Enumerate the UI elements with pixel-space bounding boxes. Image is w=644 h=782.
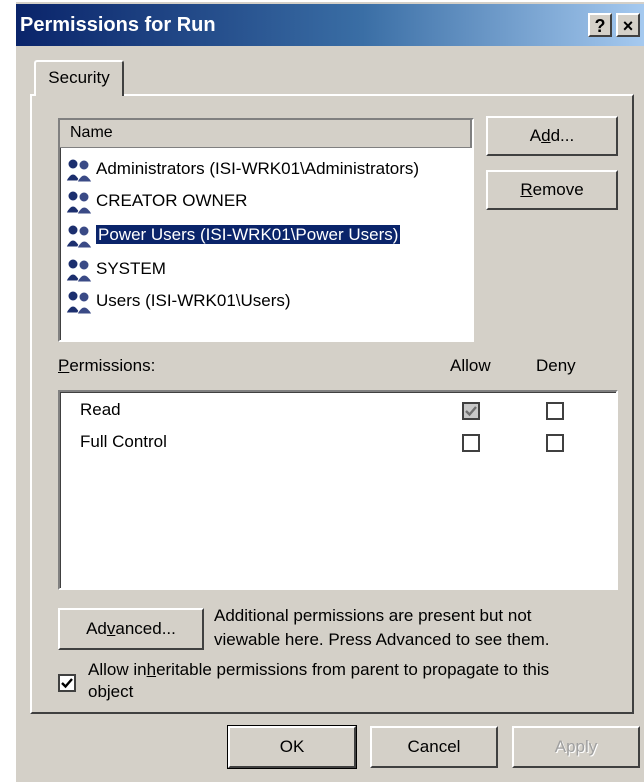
window-title: Permissions for Run xyxy=(20,14,216,36)
read-deny-checkbox[interactable] xyxy=(546,402,564,420)
permission-name-read: Read xyxy=(80,400,121,419)
advanced-note-line1: Additional permissions are present but n… xyxy=(214,606,532,625)
apply-button[interactable]: Apply xyxy=(512,726,640,768)
remove-button[interactable]: Remove xyxy=(486,170,618,210)
list-item-label: Administrators (ISI-WRK01\Administrators… xyxy=(96,159,420,178)
allow-column-header: Allow xyxy=(450,356,491,375)
permissions-dialog: Permissions for Run ? × Security Name Ad… xyxy=(14,0,644,782)
list-item-power-users[interactable]: Power Users (ISI-WRK01\Power Users) xyxy=(64,220,402,250)
read-allow-checkbox[interactable] xyxy=(462,402,480,420)
users-group-icon xyxy=(65,258,93,283)
inherit-permissions-label-line2: object xyxy=(88,682,134,701)
title-bar[interactable]: Permissions for Run ? × xyxy=(16,4,644,46)
inherit-permissions-checkbox[interactable] xyxy=(58,674,76,692)
add-button[interactable]: Add... xyxy=(486,116,618,156)
advanced-note-line2: viewable here. Press Advanced to see the… xyxy=(214,630,550,649)
users-group-icon xyxy=(65,290,93,315)
list-item-label: Power Users (ISI-WRK01\Power Users) xyxy=(94,224,402,245)
checkmark-icon xyxy=(465,406,477,417)
users-group-icon xyxy=(65,158,93,183)
permissions-label: Permissions: xyxy=(58,356,156,375)
close-button[interactable]: × xyxy=(616,13,640,37)
security-panel: Name Administrators (ISI-WRK01\Administr… xyxy=(30,94,634,714)
ok-button[interactable]: OK xyxy=(227,725,357,769)
inherit-permissions-label-line1: Allow inheritable permissions from paren… xyxy=(88,660,550,679)
advanced-button[interactable]: Advanced... xyxy=(58,608,204,650)
help-button[interactable]: ? xyxy=(588,13,612,37)
permission-name-full-control: Full Control xyxy=(80,432,167,451)
list-item-label: CREATOR OWNER xyxy=(96,191,248,210)
deny-column-header: Deny xyxy=(536,356,576,375)
users-group-icon xyxy=(65,224,93,249)
list-item-creator-owner[interactable]: CREATOR OWNER xyxy=(64,186,247,216)
tab-security[interactable]: Security xyxy=(34,60,124,96)
cancel-button[interactable]: Cancel xyxy=(370,726,498,768)
full-control-deny-checkbox[interactable] xyxy=(546,434,564,452)
names-list[interactable]: Name Administrators (ISI-WRK01\Administr… xyxy=(58,118,474,342)
list-item-label: SYSTEM xyxy=(96,259,166,278)
users-group-icon xyxy=(65,190,93,215)
checkmark-icon xyxy=(61,678,73,689)
list-item-administrators[interactable]: Administrators (ISI-WRK01\Administrators… xyxy=(64,154,419,184)
list-item-users[interactable]: Users (ISI-WRK01\Users) xyxy=(64,286,291,316)
permissions-list: Read Full Control xyxy=(58,390,618,590)
name-column-header[interactable]: Name xyxy=(60,120,472,148)
list-item-system[interactable]: SYSTEM xyxy=(64,254,166,284)
list-item-label: Users (ISI-WRK01\Users) xyxy=(96,291,291,310)
full-control-allow-checkbox[interactable] xyxy=(462,434,480,452)
